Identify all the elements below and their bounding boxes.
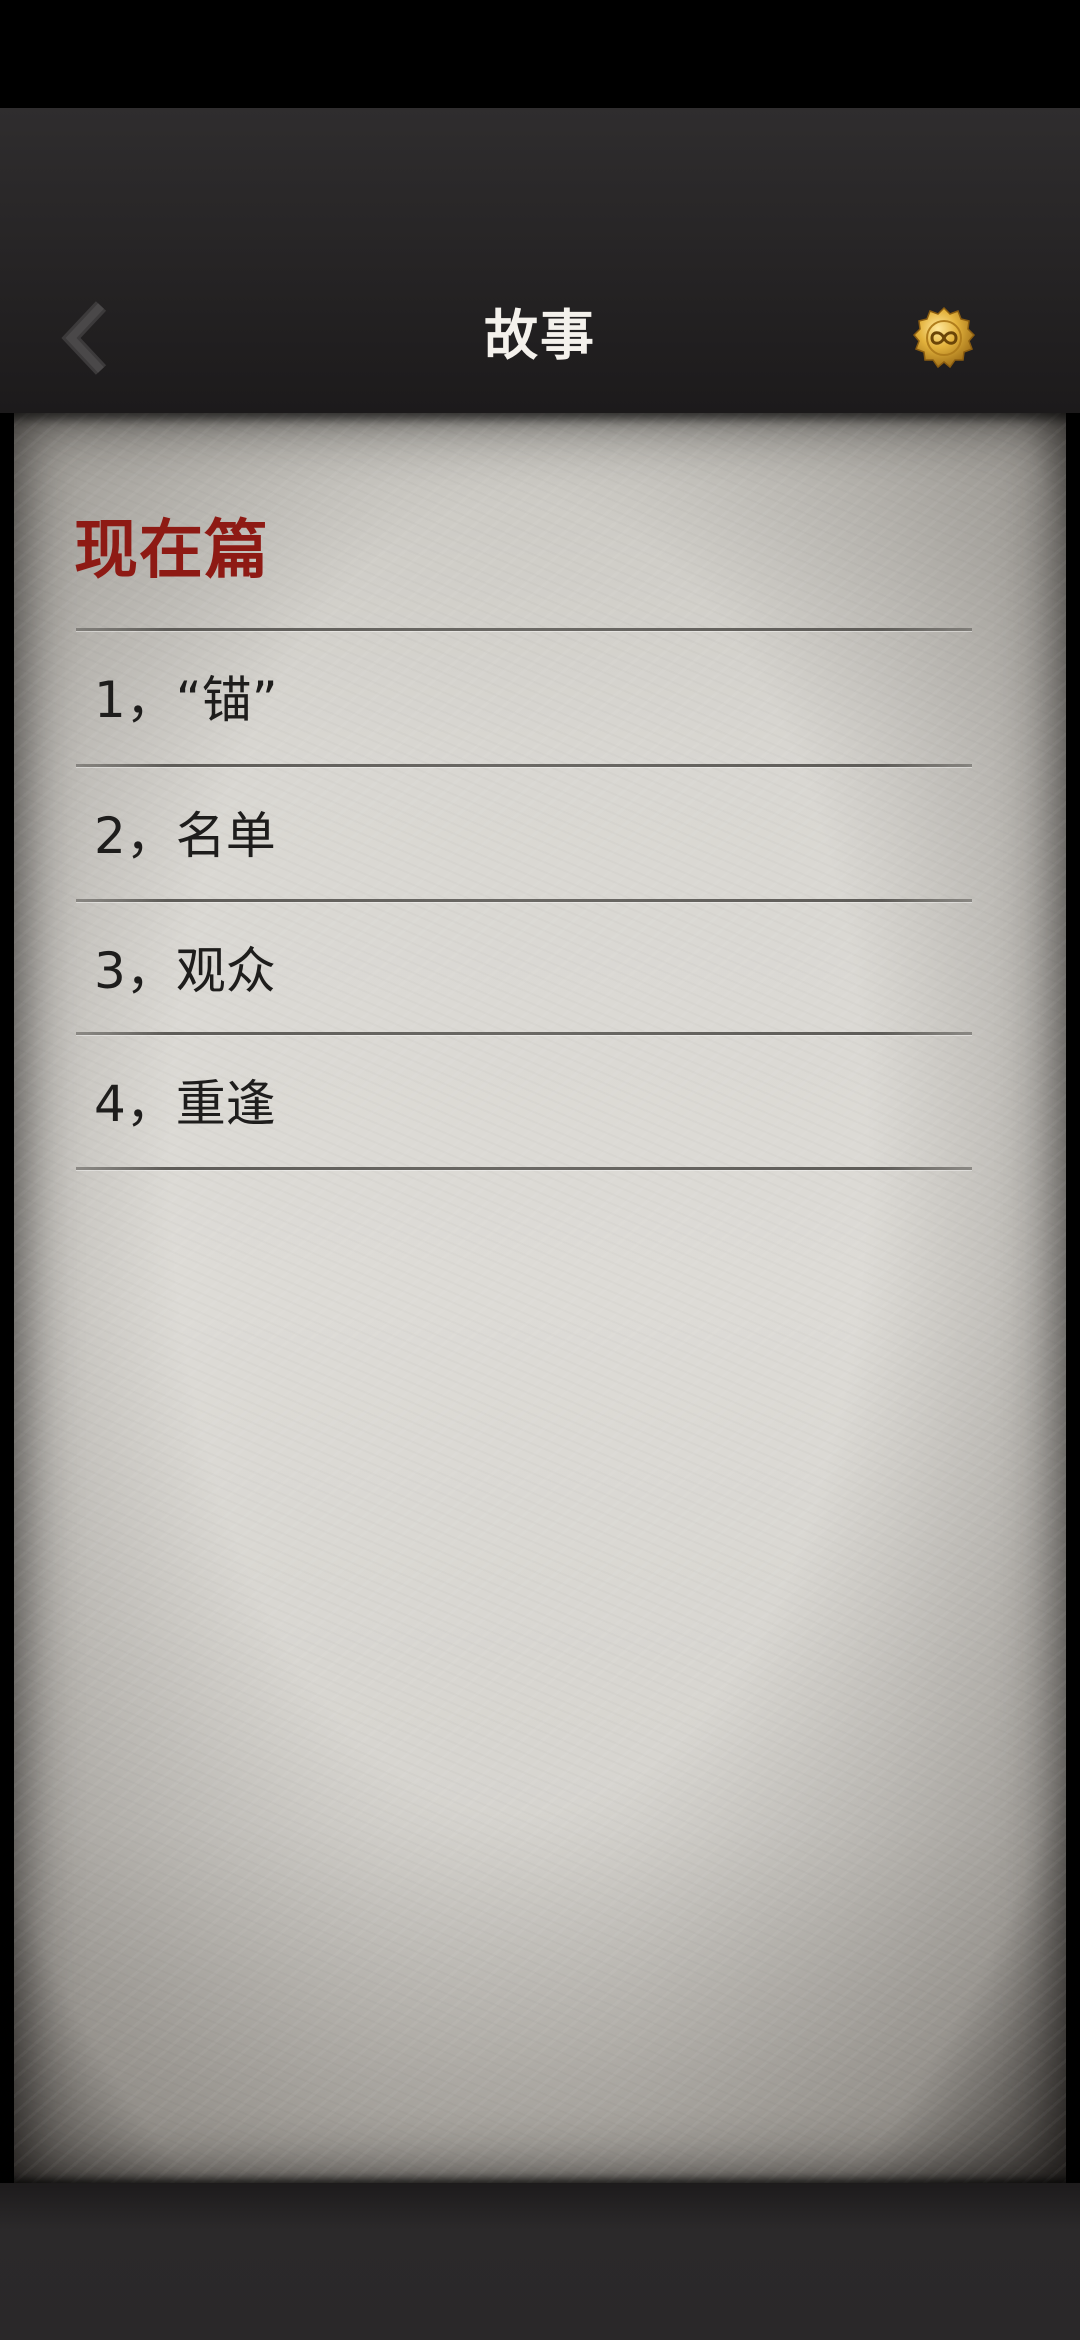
medal-button[interactable] [912, 306, 976, 370]
paper-page: 现在篇 1，“锚” 2，名单 3，观众 4，重逢 [14, 413, 1066, 2183]
chapter-item-2[interactable]: 2，名单 [76, 767, 972, 897]
infinity-medal-icon [912, 306, 976, 369]
chapter-item-1[interactable]: 1，“锚” [76, 631, 972, 761]
chapter-label: 2，名单 [94, 807, 276, 865]
chapter-label: 3，观众 [94, 942, 276, 1000]
chapter-item-3[interactable]: 3，观众 [76, 902, 972, 1032]
bottom-bar [0, 2183, 1080, 2340]
section-title: 现在篇 [74, 513, 269, 588]
chapter-label: 4，重逢 [94, 1075, 276, 1133]
chapter-item-4[interactable]: 4，重逢 [76, 1035, 972, 1165]
chapter-label: 1，“锚” [94, 671, 278, 729]
status-bar [0, 0, 1080, 108]
divider [76, 1167, 972, 1170]
